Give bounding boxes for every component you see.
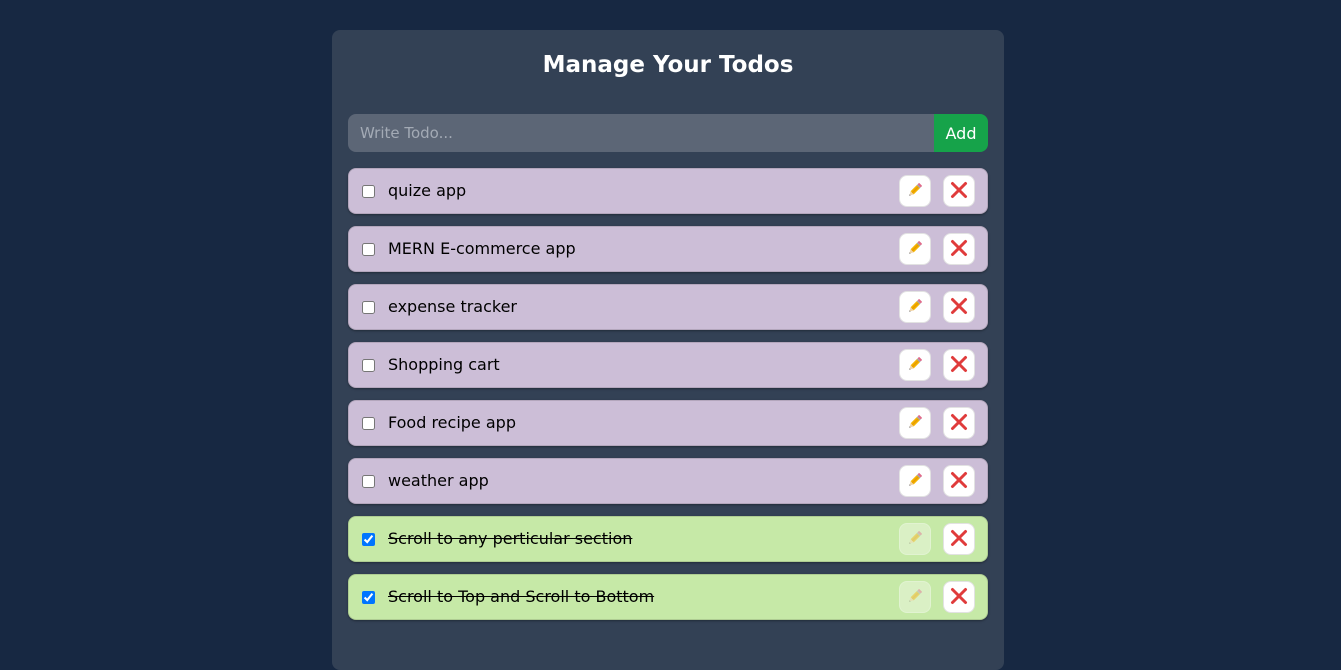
- todo-item: Shopping cart: [348, 342, 988, 388]
- todo-item: quize app: [348, 168, 988, 214]
- todo-checkbox[interactable]: [362, 242, 375, 256]
- delete-button[interactable]: [943, 291, 975, 323]
- todo-checkbox[interactable]: [362, 416, 375, 430]
- todo-text[interactable]: weather app: [388, 466, 899, 496]
- todo-item: expense tracker: [348, 284, 988, 330]
- todo-input[interactable]: [348, 114, 934, 152]
- todo-text[interactable]: MERN E-commerce app: [388, 234, 899, 264]
- delete-button[interactable]: [943, 407, 975, 439]
- pencil-icon: [906, 355, 924, 376]
- todo-item: Food recipe app: [348, 400, 988, 446]
- edit-button[interactable]: [899, 465, 931, 497]
- edit-button[interactable]: [899, 581, 931, 613]
- todo-checkbox[interactable]: [362, 300, 375, 314]
- delete-button[interactable]: [943, 465, 975, 497]
- todo-list: quize app MERN E-commerce app expense tr…: [348, 168, 988, 620]
- edit-button[interactable]: [899, 175, 931, 207]
- cross-icon: [950, 239, 968, 260]
- todo-item: MERN E-commerce app: [348, 226, 988, 272]
- todo-checkbox[interactable]: [362, 474, 375, 488]
- cross-icon: [950, 181, 968, 202]
- delete-button[interactable]: [943, 233, 975, 265]
- todo-card: Manage Your Todos Add quize app MERN E-c…: [332, 30, 1004, 670]
- pencil-icon: [906, 181, 924, 202]
- todo-text[interactable]: Scroll to Top and Scroll to Bottom: [388, 582, 899, 612]
- todo-text[interactable]: expense tracker: [388, 292, 899, 322]
- edit-button[interactable]: [899, 407, 931, 439]
- todo-text[interactable]: Scroll to any perticular section: [388, 524, 899, 554]
- cross-icon: [950, 297, 968, 318]
- todo-item: weather app: [348, 458, 988, 504]
- todo-text[interactable]: quize app: [388, 176, 899, 206]
- todo-text[interactable]: Food recipe app: [388, 408, 899, 438]
- pencil-icon: [906, 239, 924, 260]
- add-todo-form: Add: [348, 114, 988, 152]
- delete-button[interactable]: [943, 175, 975, 207]
- todo-checkbox[interactable]: [362, 590, 375, 604]
- todo-text[interactable]: Shopping cart: [388, 350, 899, 380]
- todo-checkbox[interactable]: [362, 358, 375, 372]
- delete-button[interactable]: [943, 349, 975, 381]
- pencil-icon: [906, 297, 924, 318]
- todo-checkbox[interactable]: [362, 184, 375, 198]
- page-title: Manage Your Todos: [542, 52, 794, 78]
- cross-icon: [950, 529, 968, 550]
- todo-checkbox[interactable]: [362, 532, 375, 546]
- cross-icon: [950, 355, 968, 376]
- edit-button[interactable]: [899, 233, 931, 265]
- todo-item: Scroll to any perticular section: [348, 516, 988, 562]
- pencil-icon: [906, 471, 924, 492]
- edit-button[interactable]: [899, 523, 931, 555]
- pencil-icon: [906, 413, 924, 434]
- cross-icon: [950, 471, 968, 492]
- add-button[interactable]: Add: [934, 114, 988, 152]
- cross-icon: [950, 587, 968, 608]
- delete-button[interactable]: [943, 523, 975, 555]
- pencil-icon: [906, 529, 924, 550]
- cross-icon: [950, 413, 968, 434]
- delete-button[interactable]: [943, 581, 975, 613]
- pencil-icon: [906, 587, 924, 608]
- todo-item: Scroll to Top and Scroll to Bottom: [348, 574, 988, 620]
- edit-button[interactable]: [899, 291, 931, 323]
- edit-button[interactable]: [899, 349, 931, 381]
